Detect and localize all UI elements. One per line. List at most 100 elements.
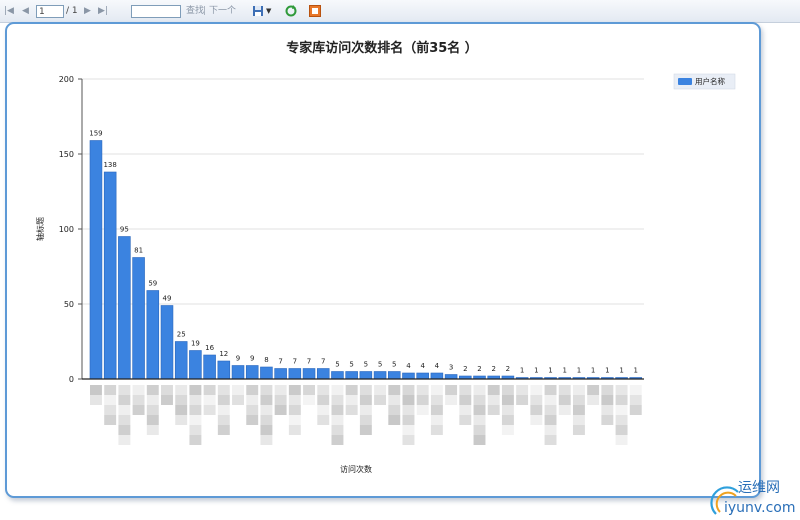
obscured-category-label — [345, 385, 358, 395]
obscured-category-label — [615, 385, 628, 395]
obscured-category-label — [544, 395, 557, 405]
obscured-category-label — [359, 415, 372, 425]
data-label: 7 — [278, 358, 282, 366]
bar — [274, 368, 287, 380]
data-label: 7 — [293, 358, 297, 366]
bar — [203, 354, 216, 380]
obscured-category-label — [132, 405, 145, 415]
save-export-icon[interactable] — [252, 5, 264, 17]
bar — [89, 140, 103, 380]
obscured-category-label — [558, 395, 571, 405]
first-page-icon[interactable]: |◀ — [4, 4, 14, 18]
bar — [331, 371, 344, 380]
obscured-category-label — [146, 425, 159, 435]
obscured-category-label — [90, 385, 102, 395]
obscured-category-label — [345, 395, 358, 405]
prev-page-icon[interactable]: ◀ — [22, 4, 29, 18]
obscured-category-label — [217, 405, 230, 415]
bar — [118, 236, 131, 380]
obscured-category-label — [459, 395, 472, 405]
obscured-category-label — [615, 395, 628, 405]
bar — [245, 365, 259, 380]
obscured-category-label — [90, 395, 102, 405]
obscured-category-label — [544, 425, 557, 435]
y-tick-label: 150 — [59, 150, 74, 159]
refresh-icon[interactable] — [285, 5, 297, 17]
watermark-cn: 运维网 — [738, 480, 780, 496]
obscured-category-label — [118, 415, 131, 425]
obscured-category-label — [516, 385, 529, 395]
obscured-category-label — [374, 385, 387, 395]
bar — [402, 372, 415, 380]
obscured-category-label — [118, 405, 131, 415]
chevron-down-icon[interactable]: ▼ — [266, 4, 271, 18]
data-label: 159 — [89, 130, 102, 138]
obscured-category-label — [572, 385, 585, 395]
obscured-category-label — [274, 385, 287, 395]
search-input[interactable] — [131, 5, 181, 18]
obscured-category-label — [459, 415, 472, 425]
obscured-category-label — [260, 395, 273, 405]
legend-swatch — [678, 78, 692, 85]
obscured-category-label — [146, 385, 159, 395]
data-label: 4 — [420, 362, 425, 370]
obscured-category-label — [572, 425, 585, 435]
data-label: 1 — [634, 367, 638, 375]
bar — [260, 366, 273, 380]
obscured-category-label — [189, 435, 202, 445]
page-number-input[interactable] — [36, 5, 64, 18]
obscured-category-label — [629, 395, 642, 405]
obscured-category-label — [246, 395, 259, 405]
legend: 用户名称 — [673, 73, 736, 90]
watermark-url: iyunv.com — [724, 500, 795, 516]
y-tick-label: 0 — [69, 375, 74, 384]
obscured-category-label — [601, 395, 614, 405]
obscured-category-label — [161, 385, 173, 395]
data-label: 1 — [534, 367, 538, 375]
obscured-category-label — [530, 415, 543, 425]
data-label: 2 — [477, 365, 481, 373]
bar — [388, 371, 401, 380]
obscured-category-label — [473, 395, 486, 405]
obscured-category-label — [615, 405, 628, 415]
obscured-category-label — [601, 385, 614, 395]
bar — [217, 360, 231, 380]
obscured-category-label — [189, 415, 202, 425]
obscured-category-label — [374, 395, 387, 405]
obscured-category-label — [118, 395, 131, 405]
data-label: 7 — [321, 358, 325, 366]
obscured-category-label — [473, 385, 486, 395]
bar-chart: 专家库访问次数排名（前35名 ） 050100150200 1591389581… — [35, 40, 736, 474]
obscured-category-label — [331, 395, 344, 405]
data-label: 1 — [563, 367, 567, 375]
obscured-category-label — [132, 395, 145, 405]
bar — [231, 365, 245, 380]
obscured-category-label — [572, 395, 585, 405]
obscured-category-label — [217, 385, 230, 395]
obscured-category-label — [246, 415, 259, 425]
obscured-category-label — [104, 385, 117, 395]
obscured-category-label — [445, 395, 458, 405]
report-frame: 专家库访问次数排名（前35名 ） 0 50 100 150 200 159 138 95 81… — [5, 22, 761, 498]
bar — [373, 371, 387, 380]
last-page-icon[interactable]: ▶| — [98, 4, 108, 18]
find-next-link[interactable]: 下一个 — [209, 4, 236, 18]
y-tick-label: 100 — [59, 225, 74, 234]
obscured-category-label — [601, 415, 614, 425]
obscured-category-label — [501, 385, 514, 395]
obscured-category-label — [430, 425, 443, 435]
obscured-category-label — [203, 405, 216, 415]
y-tick-label: 50 — [64, 300, 74, 309]
obscured-category-label — [359, 405, 372, 415]
obscured-category-label — [260, 435, 273, 445]
obscured-category-label — [189, 405, 202, 415]
bar — [359, 371, 373, 380]
next-page-icon[interactable]: ▶ — [84, 4, 91, 18]
data-label: 25 — [177, 331, 186, 339]
print-icon[interactable] — [309, 5, 321, 17]
obscured-category-label — [317, 405, 330, 415]
obscured-category-label — [132, 385, 145, 395]
bar — [146, 290, 160, 380]
data-label: 5 — [364, 361, 368, 369]
find-link[interactable]: 查找 — [186, 4, 204, 18]
